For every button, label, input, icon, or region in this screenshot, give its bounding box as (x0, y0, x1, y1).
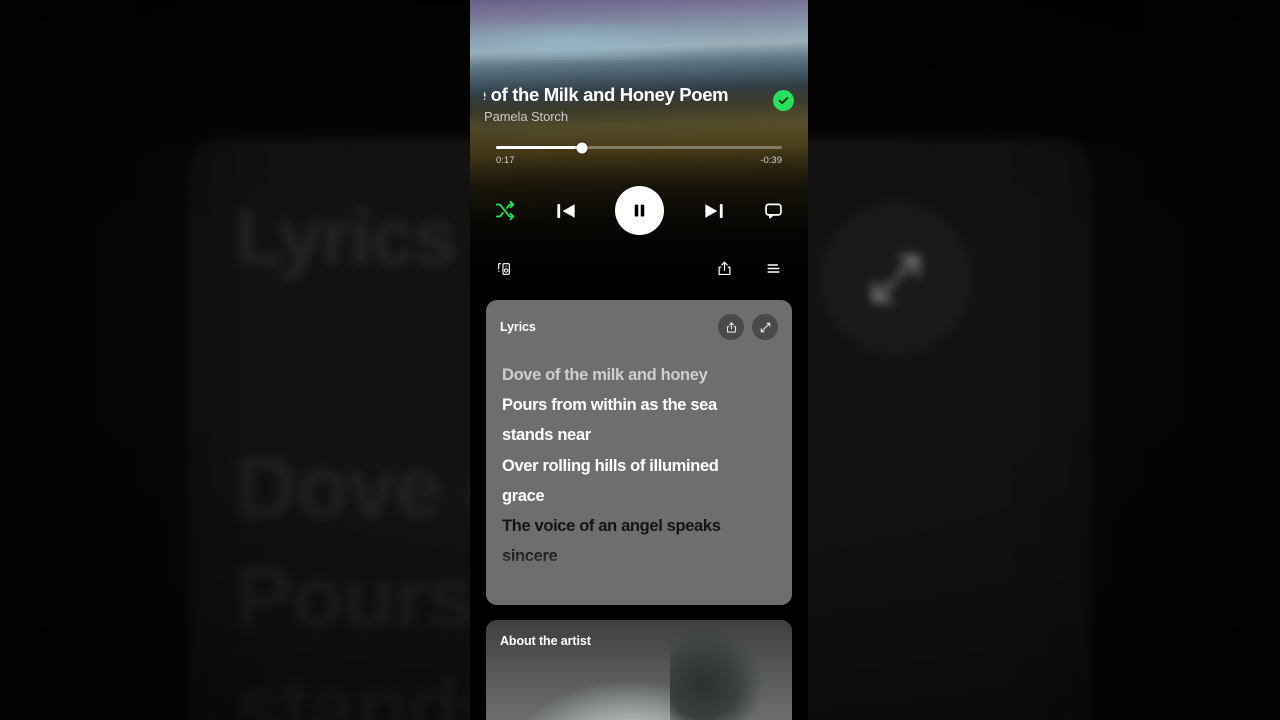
lyric-line[interactable]: Over rolling hills of illumined (502, 451, 776, 481)
previous-track-icon (553, 198, 579, 224)
shuffle-button[interactable] (494, 200, 516, 222)
lyric-line[interactable]: grace (502, 481, 776, 511)
repeat-button[interactable] (763, 200, 784, 221)
lyrics-lines[interactable]: Dove of the milk and honey Pours from wi… (486, 340, 792, 602)
share-icon (725, 321, 738, 334)
lyrics-card-header: Lyrics (486, 300, 792, 340)
phone-screen: ve of the Milk and Honey Poem Pamela Sto… (470, 0, 808, 720)
screenshot-stage: Lyrics Dove of t Pours fro stands n Over… (0, 0, 1280, 720)
lyric-line[interactable]: sincere (502, 541, 776, 571)
secondary-toolbar-right (716, 260, 782, 277)
about-artist-title: About the artist (500, 634, 591, 648)
playback-controls (470, 186, 808, 235)
backdrop-expand-button (821, 204, 971, 354)
devices-speaker-icon (496, 261, 512, 277)
remaining-time: -0:39 (760, 155, 782, 166)
previous-track-button[interactable] (553, 198, 579, 224)
now-playing-scroll[interactable]: ve of the Milk and Honey Poem Pamela Sto… (470, 0, 808, 720)
repeat-icon (763, 200, 784, 221)
track-info-row: ve of the Milk and Honey Poem Pamela Sto… (470, 84, 808, 124)
play-pause-button[interactable] (615, 186, 664, 235)
artist-hair-detail (669, 629, 780, 720)
lyric-line[interactable]: stands near (502, 420, 776, 450)
lyrics-card-actions (718, 314, 778, 340)
queue-icon (765, 260, 782, 277)
lyric-line[interactable]: As the mist rolls over the sky (502, 571, 776, 601)
progress-slider[interactable] (496, 142, 782, 153)
lyric-line[interactable]: The voice of an angel speaks (502, 511, 776, 541)
next-track-button[interactable] (701, 198, 727, 224)
connect-device-button[interactable] (496, 261, 512, 277)
track-meta: ve of the Milk and Honey Poem Pamela Sto… (484, 84, 773, 124)
share-button[interactable] (716, 260, 733, 277)
progress-fill (496, 146, 582, 149)
lyrics-card-title: Lyrics (500, 320, 536, 334)
track-title: ve of the Milk and Honey Poem (484, 84, 729, 105)
progress-knob[interactable] (576, 142, 588, 153)
track-artist[interactable]: Pamela Storch (484, 109, 773, 124)
elapsed-time: 0:17 (496, 155, 515, 166)
lyrics-expand-button[interactable] (752, 314, 778, 340)
progress-times: 0:17 -0:39 (496, 155, 782, 166)
progress-section: 0:17 -0:39 (470, 142, 808, 166)
secondary-toolbar (470, 260, 808, 277)
about-artist-card[interactable]: About the artist (486, 620, 792, 720)
shuffle-icon (494, 200, 516, 222)
lyrics-share-button[interactable] (718, 314, 744, 340)
next-track-icon (701, 198, 727, 224)
lyric-line[interactable]: Dove of the milk and honey (502, 360, 776, 390)
lyrics-card[interactable]: Lyrics Dove of the milk and honey Pours … (486, 300, 792, 605)
queue-button[interactable] (765, 260, 782, 277)
share-icon (716, 260, 733, 277)
expand-icon (759, 321, 772, 334)
verified-check-icon (773, 90, 794, 111)
lyric-line[interactable]: Pours from within as the sea (502, 390, 776, 420)
pause-icon (630, 201, 649, 220)
